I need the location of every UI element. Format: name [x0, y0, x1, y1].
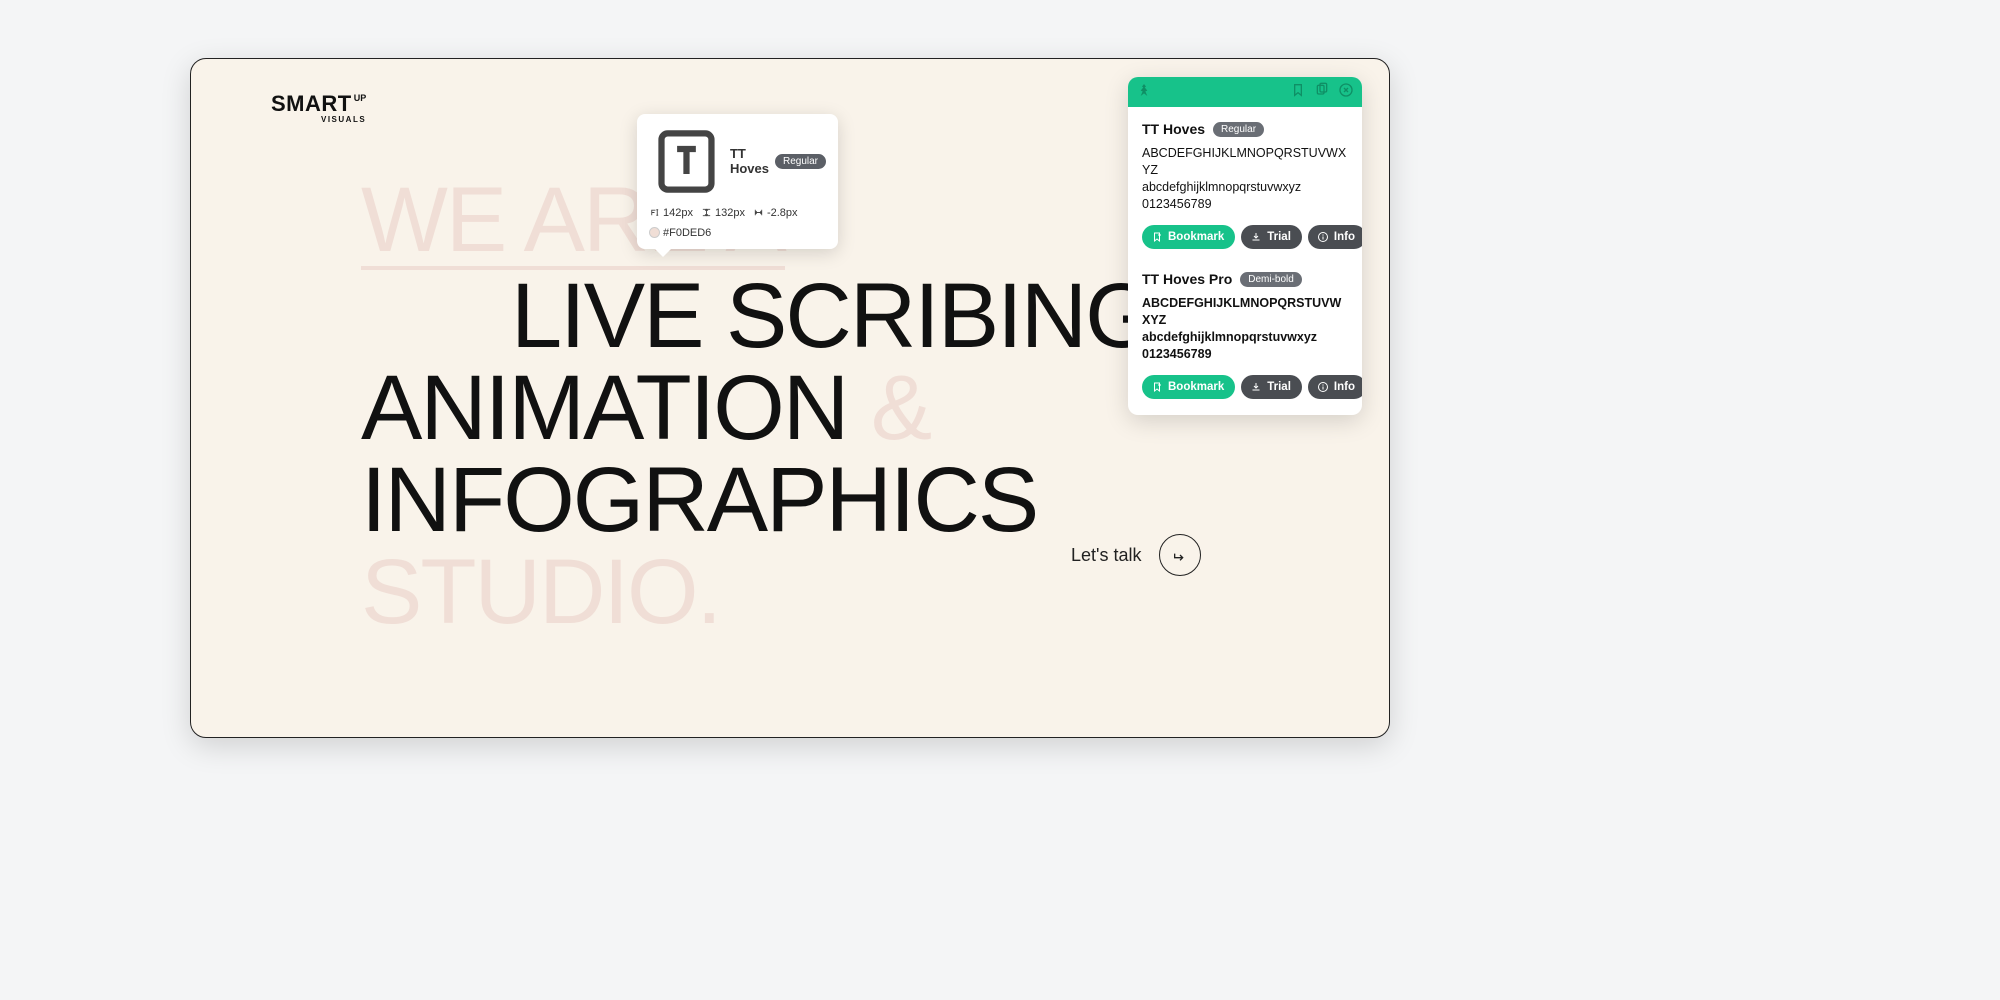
info-button-0[interactable]: Info: [1308, 225, 1362, 249]
download-icon: [1250, 381, 1262, 393]
bookmark-button-0[interactable]: Bookmark: [1142, 225, 1235, 249]
info-icon: [1317, 231, 1329, 243]
hero-line-4: INFOGRAPHICS: [361, 454, 1155, 546]
trial-button-0[interactable]: Trial: [1241, 225, 1302, 249]
bookmark-icon: [1151, 231, 1163, 243]
font-weight-badge-0: Regular: [1213, 122, 1264, 137]
tooltip-font-name: TT Hoves: [730, 146, 769, 176]
hero-ampersand: &: [871, 357, 930, 459]
info-button-1[interactable]: Info: [1308, 375, 1362, 399]
brand-logo[interactable]: SMART UP VISUALS: [271, 91, 366, 124]
hero-line-3: ANIMATION &: [361, 362, 1155, 454]
color-swatch-icon: [649, 227, 660, 238]
font-specimen-1: ABCDEFGHIJKLMNOPQRSTUVWXYZ abcdefghijklm…: [1142, 295, 1348, 363]
download-icon: [1250, 231, 1262, 243]
font-icon: [649, 124, 724, 199]
bookmark-list-icon[interactable]: [1290, 82, 1306, 103]
trial-button-1[interactable]: Trial: [1241, 375, 1302, 399]
copy-icon[interactable]: [1314, 82, 1330, 103]
line-height-icon: [701, 207, 712, 218]
font-block-1: TT Hoves Pro Demi-bold ABCDEFGHIJKLMNOPQ…: [1142, 271, 1348, 399]
bookmark-icon: [1151, 381, 1163, 393]
tooltip-weight-badge: Regular: [775, 154, 826, 169]
logo-sup: UP: [354, 93, 367, 103]
letter-spacing-icon: [753, 207, 764, 218]
panel-body: TT Hoves Regular ABCDEFGHIJKLMNOPQRSTUVW…: [1128, 107, 1362, 415]
panel-logo-icon[interactable]: [1136, 82, 1152, 103]
hero-line-3a: ANIMATION: [361, 357, 871, 459]
font-inspector-tooltip: TT Hoves Regular 142px 132px -2.8px #F0D…: [637, 114, 838, 249]
font-name-1: TT Hoves Pro: [1142, 271, 1232, 287]
logo-sub: VISUALS: [321, 115, 366, 124]
font-block-0: TT Hoves Regular ABCDEFGHIJKLMNOPQRSTUVW…: [1142, 121, 1348, 249]
font-weight-badge-1: Demi-bold: [1240, 272, 1302, 287]
font-inspector-panel: TT Hoves Regular ABCDEFGHIJKLMNOPQRSTUVW…: [1128, 77, 1362, 415]
cta-label: Let's talk: [1071, 545, 1141, 566]
tooltip-color: #F0DED6: [649, 227, 711, 239]
panel-header: [1128, 77, 1362, 107]
cta-arrow-button[interactable]: [1159, 534, 1201, 576]
cta-lets-talk[interactable]: Let's talk: [1071, 534, 1201, 576]
tooltip-font-size: 142px: [649, 207, 693, 219]
tooltip-line-height: 132px: [701, 207, 745, 219]
hero-line-2: LIVE SCRIBING: [511, 270, 1155, 362]
font-specimen-0: ABCDEFGHIJKLMNOPQRSTUVWXYZ abcdefghijklm…: [1142, 145, 1348, 213]
info-icon: [1317, 381, 1329, 393]
tooltip-letter-spacing: -2.8px: [753, 207, 798, 219]
font-size-icon: [649, 207, 660, 218]
hero-line-5: STUDIO.: [361, 546, 1155, 638]
bookmark-button-1[interactable]: Bookmark: [1142, 375, 1235, 399]
arrow-icon: [1172, 547, 1188, 563]
font-name-0: TT Hoves: [1142, 121, 1205, 137]
close-icon[interactable]: [1338, 82, 1354, 103]
logo-main: SMART: [271, 91, 352, 117]
